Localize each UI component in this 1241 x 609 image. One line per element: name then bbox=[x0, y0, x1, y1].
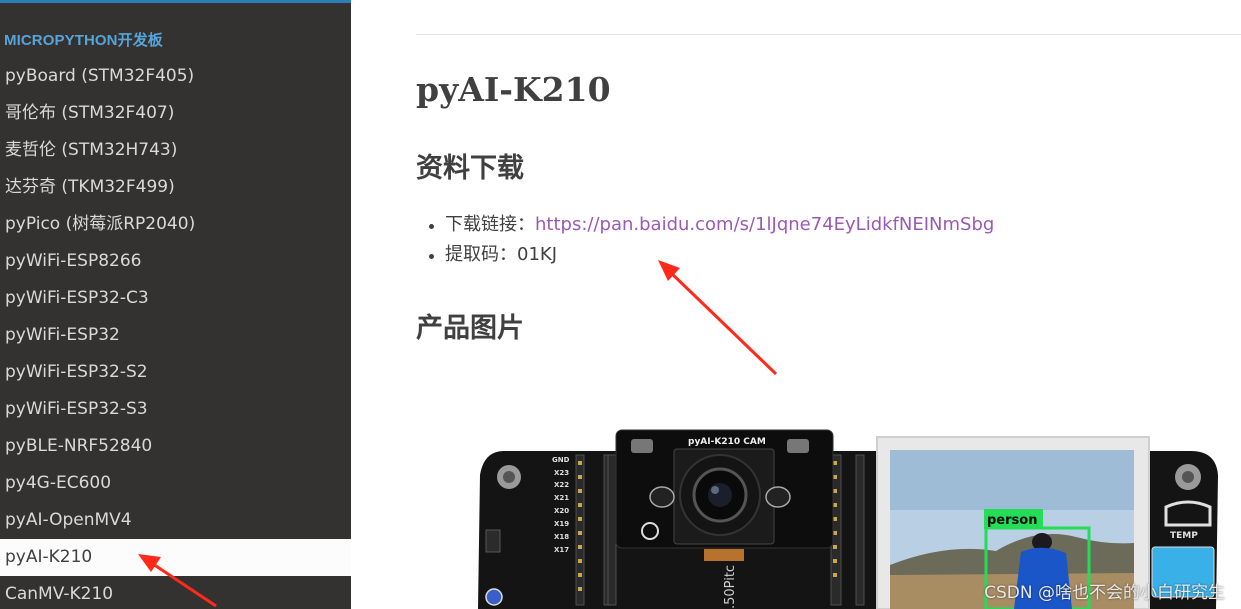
sidebar-item-pywifi-esp32[interactable]: pyWiFi-ESP32 bbox=[0, 317, 351, 354]
page-title: pyAI-K210 bbox=[416, 70, 611, 109]
sidebar-caption: MICROPYTHON开发板 bbox=[4, 32, 163, 49]
sidebar: MICROPYTHON开发板 pyBoard (STM32F405) 哥伦布 (… bbox=[0, 0, 351, 609]
watermark: CSDN @啥也不会的小白研究生 bbox=[984, 583, 1225, 603]
sidebar-item-py4g-ec600[interactable]: py4G-EC600 bbox=[0, 465, 351, 502]
pin-label: X21 bbox=[554, 494, 569, 502]
detection-label: person bbox=[987, 513, 1037, 528]
sidebar-top-accent bbox=[0, 0, 351, 3]
download-list: 下载链接：https://pan.baidu.com/s/1lJqne74EyL… bbox=[427, 212, 994, 272]
sidebar-item-pyai-openmv4[interactable]: pyAI-OpenMV4 bbox=[0, 502, 351, 539]
sidebar-item-pywifi-esp32-c3[interactable]: pyWiFi-ESP32-C3 bbox=[0, 280, 351, 317]
sidebar-item-pyble-nrf52840[interactable]: pyBLE-NRF52840 bbox=[0, 428, 351, 465]
sidebar-item-canmv-k210[interactable]: CanMV-K210 bbox=[0, 576, 351, 609]
pin-label: X17 bbox=[554, 546, 569, 554]
pin-label: X20 bbox=[554, 507, 569, 515]
list-item: 下载链接：https://pan.baidu.com/s/1lJqne74EyL… bbox=[427, 212, 994, 242]
sidebar-item-pyboard[interactable]: pyBoard (STM32F405) bbox=[0, 58, 351, 95]
pictures-heading: 产品图片 bbox=[416, 313, 524, 344]
sidebar-item-magellan[interactable]: 麦哲伦 (STM32H743) bbox=[0, 132, 351, 169]
pin-label: X19 bbox=[554, 520, 569, 528]
section-divider bbox=[416, 34, 1241, 35]
temp-silkscreen: TEMP bbox=[1170, 531, 1198, 541]
previous-content-fragment bbox=[421, 0, 511, 4]
extraction-code: 提取码：01KJ bbox=[445, 244, 558, 265]
sidebar-item-pywifi-esp32-s2[interactable]: pyWiFi-ESP32-S2 bbox=[0, 354, 351, 391]
pitch-label: .50Pitc bbox=[723, 565, 738, 609]
download-link-label: 下载链接： bbox=[445, 214, 535, 235]
download-link[interactable]: https://pan.baidu.com/s/1lJqne74EyLidkfN… bbox=[535, 214, 994, 235]
pin-label: GND bbox=[552, 456, 570, 464]
pin-label: X23 bbox=[554, 469, 569, 477]
sidebar-item-pywifi-esp32-s3[interactable]: pyWiFi-ESP32-S3 bbox=[0, 391, 351, 428]
sidebar-item-pypico[interactable]: pyPico (树莓派RP2040) bbox=[0, 206, 351, 243]
list-item: 提取码：01KJ bbox=[427, 242, 994, 272]
sidebar-nav: pyBoard (STM32F405) 哥伦布 (STM32F407) 麦哲伦 … bbox=[0, 58, 351, 609]
sidebar-item-columbus[interactable]: 哥伦布 (STM32F407) bbox=[0, 95, 351, 132]
pin-label: X18 bbox=[554, 533, 569, 541]
sidebar-item-pywifi-esp8266[interactable]: pyWiFi-ESP8266 bbox=[0, 243, 351, 280]
clipped-text-fragment bbox=[421, 0, 511, 4]
sidebar-item-davinci[interactable]: 达芬奇 (TKM32F499) bbox=[0, 169, 351, 206]
product-image: GND X23 X22 X21 X20 X19 X18 X17 pyAI-K21… bbox=[476, 425, 1241, 609]
sidebar-item-pyai-k210[interactable]: pyAI-K210 bbox=[0, 539, 351, 576]
camera-board-label: pyAI-K210 CAM bbox=[688, 437, 766, 447]
pin-label: X22 bbox=[554, 481, 569, 489]
download-heading: 资料下载 bbox=[416, 153, 524, 184]
